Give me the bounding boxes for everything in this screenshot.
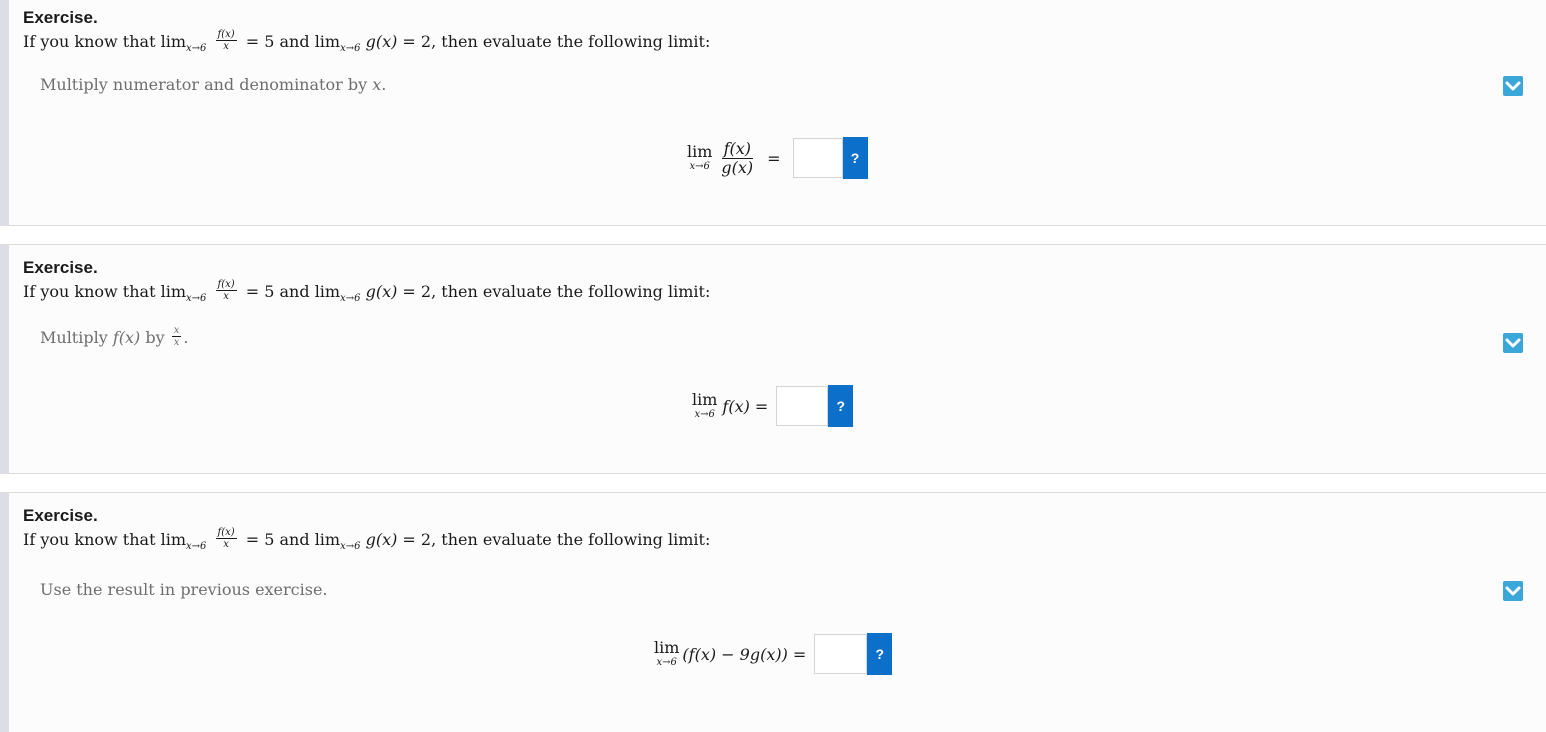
card-left-bar [0,0,9,225]
problem-intro: If you know that [23,32,156,51]
exercise-card-1: Exercise. If you know that limx→6 f(x) x … [0,0,1546,226]
exercise-title: Exercise. [23,8,98,27]
help-button[interactable]: ? [842,137,868,179]
hint-text: Multiply numerator and denominator by x. [40,75,386,94]
hint-mid: by [140,328,170,347]
problem-g: g(x) [365,530,398,549]
problem-intro: If you know that [23,530,156,549]
problem-lim-sub: x→6 [186,43,207,54]
hint-toggle-button[interactable] [1503,76,1523,96]
answer-input[interactable] [792,138,843,178]
expr-equals: = [767,148,781,168]
lim-word: lim [692,390,718,409]
hint-toggle-button[interactable] [1503,581,1523,601]
hint-main: Multiply numerator and denominator by [40,75,373,94]
problem-fraction: f(x) x [215,29,237,52]
exercise-card-2: Exercise. If you know that limx→6 f(x) x … [0,244,1546,474]
problem-lim-sub: x→6 [340,541,361,552]
fraction-num: f(x) [217,279,235,290]
exercise-title: Exercise. [23,258,98,277]
problem-g: g(x) [365,282,398,301]
problem-lim: lim [314,282,341,301]
problem-lim-sub: x→6 [340,43,361,54]
problem-lim: lim [160,530,187,549]
problem-eq: = 5 and [245,32,310,51]
problem-lim: lim [160,282,187,301]
problem-rest: = 2, then evaluate the following limit: [402,32,711,51]
problem-eq: = 5 and [245,282,310,301]
expr-body: (f(x) − 9g(x)) [682,644,788,664]
lim-sub: x→6 [689,161,710,172]
expr-lim: lim x→6 [692,392,717,420]
problem-statement: If you know that limx→6 f(x) x = 5 and li… [23,29,711,55]
chevron-down-icon [1505,338,1521,348]
problem-lim-sub: x→6 [186,293,207,304]
expr-equals: = [754,396,769,416]
expr-num: f(x) [723,138,751,158]
hint-fraction: xx [171,325,182,348]
card-left-bar [0,493,9,732]
problem-fraction: f(x) x [215,279,237,302]
answer-input[interactable] [776,386,829,426]
hint-text: Multiply f(x) by xx. [40,325,189,350]
hint-var: x [372,75,382,94]
answer-input[interactable] [814,634,868,674]
hint-end: . [381,75,387,94]
expr-equals: = [792,644,807,664]
hint-frac-den: x [173,337,180,348]
expr-body: f(x) [722,396,750,416]
problem-rest: = 2, then evaluate the following limit: [402,530,711,549]
chevron-down-icon [1505,81,1521,91]
problem-intro: If you know that [23,282,156,301]
hint-toggle-button[interactable] [1503,333,1523,353]
fraction-den: x [223,41,229,52]
expr-den: g(x) [721,157,754,177]
exercise-card-3: Exercise. If you know that limx→6 f(x) x … [0,492,1546,732]
expr-lim: lim x→6 [687,144,712,172]
chevron-down-icon [1505,586,1521,596]
fraction-num: f(x) [217,527,235,538]
problem-lim: lim [160,32,187,51]
card-left-bar [0,245,9,473]
hint-end: . [183,328,189,347]
exercise-title: Exercise. [23,506,98,525]
problem-rest: = 2, then evaluate the following limit: [402,282,711,301]
help-button[interactable]: ? [828,385,854,427]
problem-lim: lim [314,530,341,549]
problem-lim: lim [314,32,341,51]
expr-fraction: f(x) g(x) [719,140,755,176]
problem-eq: = 5 and [245,530,310,549]
problem-lim-sub: x→6 [340,293,361,304]
answer-row: lim x→6 f(x) g(x) = ? [687,137,868,179]
lim-word: lim [654,638,680,657]
help-button[interactable]: ? [867,633,893,675]
hint-text: Use the result in previous exercise. [40,580,328,599]
lim-sub: x→6 [656,657,677,668]
fraction-den: x [223,291,229,302]
lim-sub: x→6 [694,409,715,420]
problem-statement: If you know that limx→6 f(x) x = 5 and li… [23,527,711,553]
problem-fraction: f(x) x [215,527,237,550]
problem-lim-sub: x→6 [186,541,207,552]
hint-var: f(x) [112,328,141,347]
hint-main: Multiply [40,328,113,347]
fraction-num: f(x) [217,29,235,40]
problem-g: g(x) [365,32,398,51]
answer-row: lim x→6 f(x) = ? [692,385,854,427]
problem-statement: If you know that limx→6 f(x) x = 5 and li… [23,279,711,305]
answer-row: lim x→6 (f(x) − 9g(x)) = ? [654,633,893,675]
hint-frac-num: x [173,325,180,336]
expr-lim: lim x→6 [654,640,679,668]
lim-word: lim [687,142,713,161]
fraction-den: x [223,539,229,550]
